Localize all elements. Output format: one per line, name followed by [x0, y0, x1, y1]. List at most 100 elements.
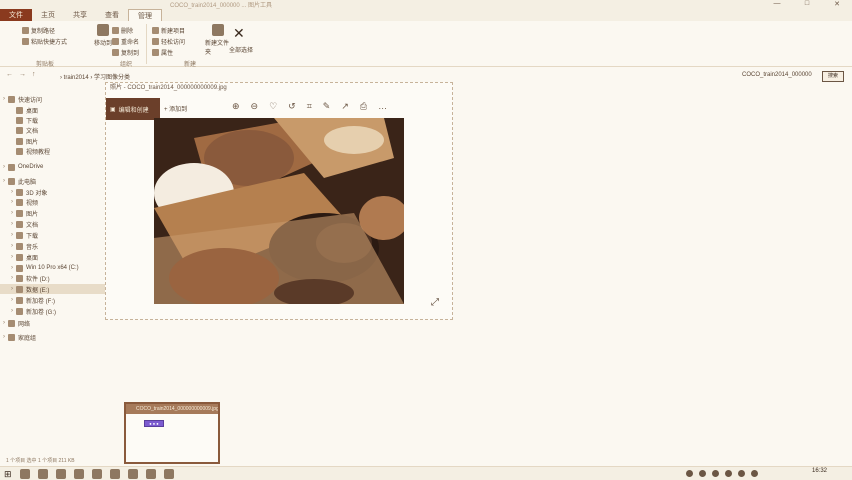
- tab-home[interactable]: 主页: [32, 9, 64, 21]
- rotate-icon[interactable]: ↺: [288, 101, 296, 112]
- sidebar-item[interactable]: › 桌面: [0, 252, 106, 262]
- sidebar-item[interactable]: 图片: [0, 136, 106, 146]
- share-icon[interactable]: ↗: [341, 101, 349, 112]
- chevron-right-icon[interactable]: ›: [8, 275, 16, 281]
- mini-window[interactable]: COCO_train2014_000000000009.jpg ● ● ●: [124, 402, 220, 464]
- chevron-right-icon[interactable]: ›: [0, 334, 8, 340]
- sidebar-item[interactable]: › 音乐: [0, 241, 106, 251]
- sidebar-item[interactable]: › 软件 (D:): [0, 273, 106, 283]
- chevron-right-icon[interactable]: ›: [8, 286, 16, 292]
- search-input[interactable]: COCO_train2014_000000: [742, 72, 812, 78]
- copy-to-button[interactable]: 复制到: [112, 48, 139, 57]
- sidebar-item[interactable]: › 数据 (E:): [0, 284, 106, 294]
- select-button[interactable]: 全部选择: [228, 45, 254, 54]
- tab-manage[interactable]: 管理: [128, 9, 162, 21]
- chevron-right-icon[interactable]: ›: [0, 96, 8, 102]
- more-icon[interactable]: …: [378, 101, 387, 112]
- mini-window-badge[interactable]: ● ● ●: [144, 420, 164, 427]
- tray-icon[interactable]: [699, 470, 706, 477]
- sidebar-item[interactable]: 桌面: [0, 105, 106, 115]
- copy-path-button[interactable]: 复制路径: [22, 26, 55, 35]
- edit-create-button[interactable]: ▣ 编辑和创建: [106, 98, 160, 120]
- status-bar: 1 个项目 选中 1 个项目 211 KB: [6, 458, 75, 464]
- explorer-icon[interactable]: [74, 469, 84, 479]
- app-icon[interactable]: [146, 469, 156, 479]
- chevron-right-icon[interactable]: ›: [8, 221, 16, 227]
- sidebar-item[interactable]: 视频教程: [0, 146, 106, 156]
- sidebar-item[interactable]: › 此电脑: [0, 176, 106, 186]
- sidebar-item-label: 图片: [26, 139, 39, 146]
- sidebar-item[interactable]: › 图片: [0, 208, 106, 218]
- tab-file[interactable]: 文件: [0, 9, 32, 21]
- tray-icon[interactable]: [686, 470, 693, 477]
- edge-icon[interactable]: [56, 469, 66, 479]
- chevron-right-icon[interactable]: ›: [8, 232, 16, 238]
- volume-icon[interactable]: [738, 470, 745, 477]
- network-icon[interactable]: [725, 470, 732, 477]
- task-view-icon[interactable]: [38, 469, 48, 479]
- app-icon[interactable]: [164, 469, 174, 479]
- folder-icon: [16, 198, 23, 206]
- search-icon[interactable]: [20, 469, 30, 479]
- sidebar-item-label: 此电脑: [18, 179, 37, 186]
- sidebar-item[interactable]: › 新加卷 (F:): [0, 295, 106, 305]
- nav-arrows[interactable]: ←→↑: [6, 71, 42, 78]
- expand-icon[interactable]: ⤢: [431, 297, 439, 308]
- sidebar-item[interactable]: › 网络: [0, 318, 106, 328]
- close-button[interactable]: ✕: [822, 0, 852, 8]
- tray-icon[interactable]: [712, 470, 719, 477]
- new-item-button[interactable]: 新建项目: [152, 26, 185, 35]
- chevron-right-icon[interactable]: ›: [8, 243, 16, 249]
- rename-button[interactable]: 重命名: [112, 37, 139, 46]
- store-icon[interactable]: [92, 469, 102, 479]
- print-icon[interactable]: ⎙: [360, 101, 367, 112]
- tab-view[interactable]: 查看: [96, 9, 128, 21]
- minimize-button[interactable]: —: [762, 0, 792, 8]
- breadcrumb[interactable]: › train2014 › 学习图像分类: [60, 72, 130, 81]
- chevron-right-icon[interactable]: ›: [8, 297, 16, 303]
- taskbar-apps: [20, 469, 174, 479]
- sidebar-item[interactable]: › 快速访问: [0, 94, 106, 104]
- move-to-button[interactable]: 移动到: [92, 24, 114, 47]
- group-clipboard-label: 剪贴板: [36, 62, 55, 68]
- edit-icon[interactable]: ✎: [323, 101, 331, 112]
- sidebar-item[interactable]: 下载: [0, 115, 106, 125]
- maximize-button[interactable]: □: [792, 0, 822, 8]
- add-to-button[interactable]: + 添加到: [164, 104, 187, 113]
- easy-access-icon: [152, 38, 159, 45]
- clock[interactable]: 16:32: [812, 468, 827, 474]
- sidebar-item[interactable]: › 3D 对象: [0, 187, 106, 197]
- mail-icon[interactable]: [110, 469, 120, 479]
- input-method-icon[interactable]: [751, 470, 758, 477]
- properties-button[interactable]: 属性: [152, 48, 173, 57]
- sidebar-item[interactable]: › 新加卷 (G:): [0, 306, 106, 316]
- close-x-icon[interactable]: ✕: [233, 25, 245, 42]
- sidebar-item[interactable]: 文档: [0, 125, 106, 135]
- chevron-right-icon[interactable]: ›: [8, 189, 16, 195]
- delete-button[interactable]: 删除: [112, 26, 133, 35]
- chevron-right-icon[interactable]: ›: [8, 254, 16, 260]
- sidebar-item[interactable]: › 视频: [0, 197, 106, 207]
- sidebar-item[interactable]: › OneDrive: [0, 162, 106, 172]
- zoom-out-icon[interactable]: ⊖: [251, 101, 259, 112]
- chevron-right-icon[interactable]: ›: [0, 320, 8, 326]
- photos-icon[interactable]: [128, 469, 138, 479]
- chevron-right-icon[interactable]: ›: [0, 164, 8, 170]
- search-button[interactable]: 搜索: [822, 71, 844, 82]
- chevron-right-icon[interactable]: ›: [0, 178, 8, 184]
- easy-access-button[interactable]: 轻松访问: [152, 37, 185, 46]
- sidebar-item[interactable]: › 下载: [0, 230, 106, 240]
- favorite-icon[interactable]: ♡: [269, 101, 277, 112]
- chevron-right-icon[interactable]: ›: [8, 265, 16, 271]
- crop-icon[interactable]: ⌗: [307, 101, 312, 112]
- chevron-right-icon[interactable]: ›: [8, 199, 16, 205]
- zoom-in-icon[interactable]: ⊕: [232, 101, 240, 112]
- sidebar-item[interactable]: › 文档: [0, 219, 106, 229]
- sidebar-item[interactable]: › Win 10 Pro x64 (C:): [0, 263, 106, 273]
- chevron-right-icon[interactable]: ›: [8, 308, 16, 314]
- sidebar-item[interactable]: › 家庭组: [0, 332, 106, 342]
- paste-shortcut-button[interactable]: 粘贴快捷方式: [22, 37, 67, 46]
- start-button[interactable]: ⊞: [4, 469, 12, 480]
- chevron-right-icon[interactable]: ›: [8, 210, 16, 216]
- tab-share[interactable]: 共享: [64, 9, 96, 21]
